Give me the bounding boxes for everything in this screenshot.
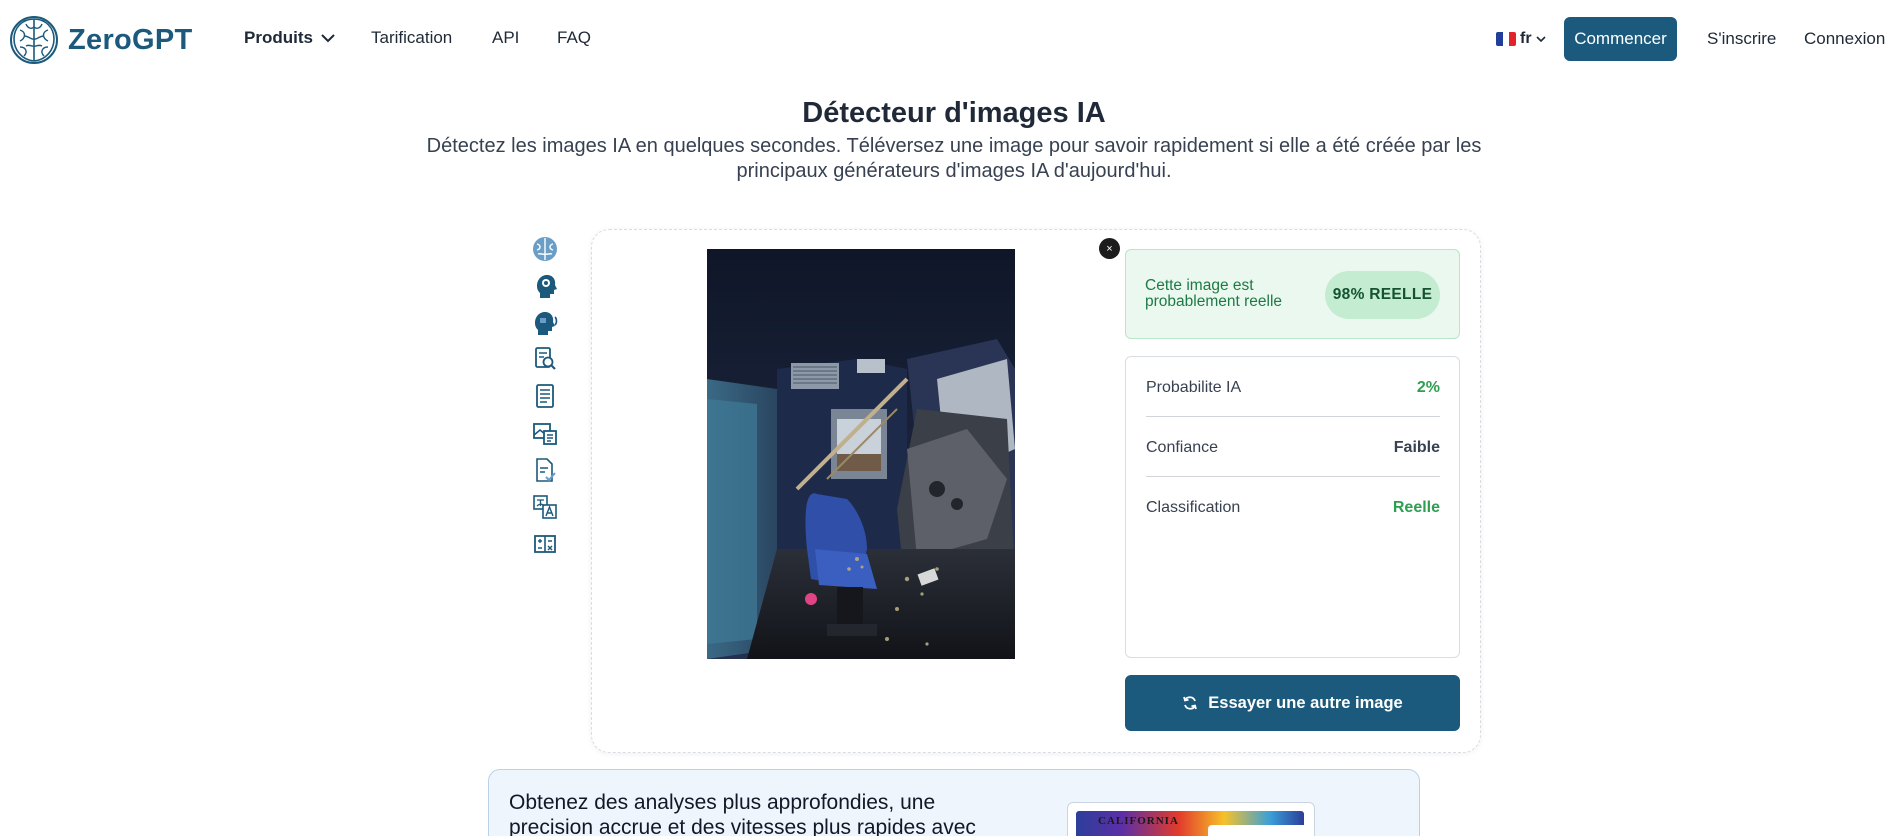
stat-row-confidence: Confiance Faible — [1146, 417, 1440, 477]
document-check-icon[interactable] — [528, 455, 562, 485]
promo-banner: Obtenez des analyses plus approfondies, … — [488, 769, 1420, 836]
document-list-icon[interactable] — [528, 381, 562, 411]
nav-products-label: Produits — [244, 28, 313, 47]
nav-api[interactable]: API — [492, 28, 519, 48]
document-search-icon[interactable] — [528, 344, 562, 374]
stat-value: 2% — [1416, 379, 1440, 396]
page-subtitle: Détectez les images IA en quelques secon… — [426, 135, 1482, 182]
logo[interactable]: ZeroGPT — [8, 14, 193, 66]
image-scan-icon[interactable] — [528, 418, 562, 448]
chevron-down-icon — [1535, 35, 1546, 42]
uploaded-image — [707, 249, 1015, 659]
result-badge: 98% REELLE — [1325, 271, 1440, 319]
nav-pricing[interactable]: Tarification — [371, 28, 452, 48]
text-compare-icon[interactable] — [528, 529, 562, 559]
stat-label: Classification — [1146, 499, 1241, 516]
refresh-icon — [1183, 696, 1198, 710]
try-another-image-label: Essayer une autre image — [1208, 693, 1403, 712]
stat-value: Faible — [1393, 439, 1440, 456]
language-selector[interactable]: fr — [1496, 30, 1546, 48]
promo-thumbnail: CALIFORNIA — [1067, 802, 1315, 836]
start-button[interactable]: Commencer — [1564, 17, 1677, 61]
translate-icon[interactable] — [528, 492, 562, 522]
logo-text: ZeroGPT — [68, 23, 193, 56]
brain-icon[interactable] — [528, 234, 562, 264]
signup-link[interactable]: S'inscrire — [1707, 29, 1776, 49]
result-message: Cette image est probablement reelle — [1145, 277, 1283, 310]
header: ZeroGPT Produits Tarification API FAQ fr… — [0, 0, 1892, 80]
close-icon[interactable]: × — [1099, 238, 1120, 259]
stats-panel: Probabilite IA 2% Confiance Faible Class… — [1125, 356, 1460, 658]
uploaded-image-picture — [707, 249, 1015, 659]
page-title: Détecteur d'images IA — [802, 97, 1106, 129]
stat-label: Probabilite IA — [1146, 379, 1242, 396]
try-another-image-button[interactable]: Essayer une autre image — [1125, 675, 1460, 731]
nav-products[interactable]: Produits — [244, 28, 335, 48]
promo-text: Obtenez des analyses plus approfondies, … — [509, 791, 976, 836]
stat-row-ai-probability: Probabilite IA 2% — [1146, 357, 1440, 417]
france-flag-icon — [1496, 32, 1516, 46]
head-profile-icon[interactable] — [528, 271, 562, 301]
promo-thumb-label: CALIFORNIA — [1098, 815, 1179, 827]
stat-value: Reelle — [1392, 499, 1440, 516]
nav-faq[interactable]: FAQ — [557, 28, 591, 48]
login-link[interactable]: Connexion — [1804, 29, 1885, 49]
stat-label: Confiance — [1146, 439, 1219, 456]
brain-logo-icon — [10, 16, 58, 64]
language-code: fr — [1520, 30, 1532, 47]
chevron-down-icon — [321, 34, 335, 43]
promo-thumb-overlay — [1208, 825, 1314, 836]
stat-row-classification: Classification Reelle — [1146, 477, 1440, 537]
speaking-head-icon[interactable] — [528, 308, 562, 338]
result-banner: Cette image est probablement reelle 98% … — [1125, 249, 1460, 339]
